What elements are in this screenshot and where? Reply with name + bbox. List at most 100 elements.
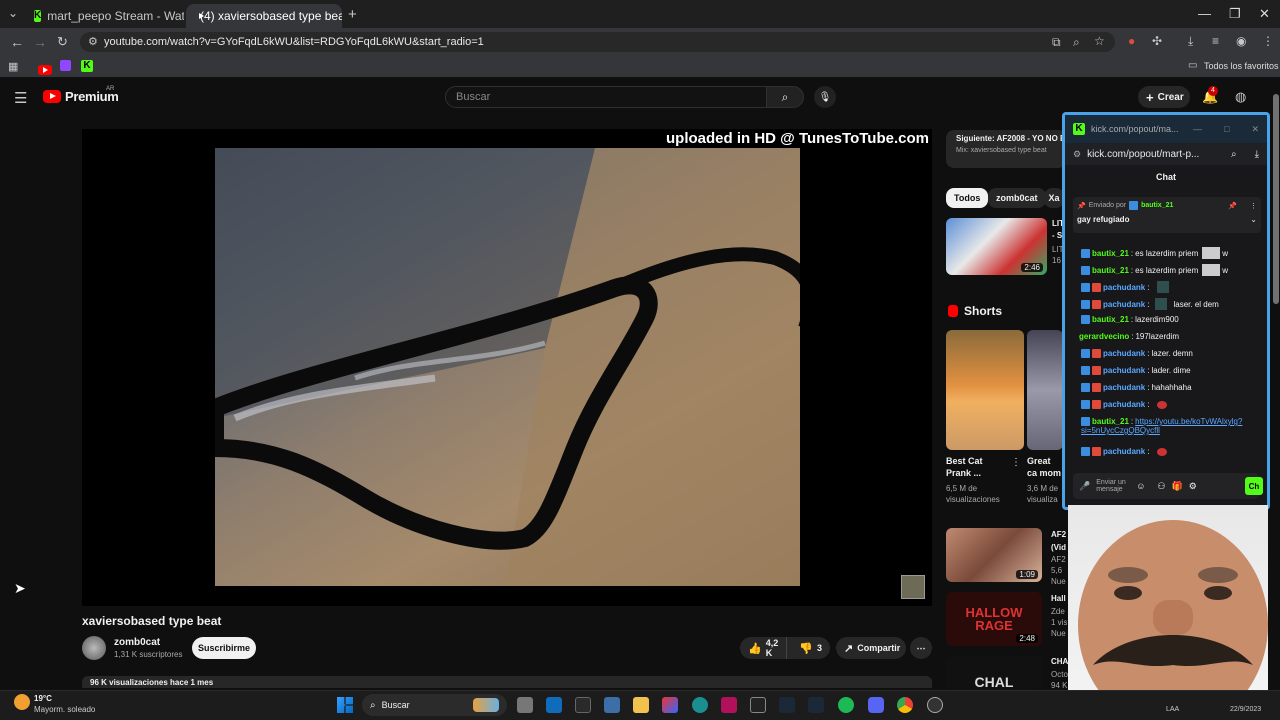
voice-search-button[interactable]: 🎙 <box>814 86 836 108</box>
video-frame[interactable] <box>215 148 800 586</box>
channel-watermark-thumb[interactable] <box>901 575 925 599</box>
short-menu-icon[interactable]: ⋮ <box>1011 457 1021 468</box>
related-thumbnail[interactable]: 1:09 <box>946 528 1042 582</box>
hamburger-menu-icon[interactable]: ☰ <box>14 89 27 107</box>
outlook-icon[interactable] <box>546 697 562 713</box>
chat-message[interactable]: bautix_21: es lazerdim priem w <box>1081 264 1228 276</box>
short-title[interactable]: Best Cat Prank ... <box>946 455 1006 479</box>
search-button[interactable]: ⌕ <box>766 86 804 108</box>
app-icon[interactable] <box>927 697 943 713</box>
unpin-icon[interactable]: 📌 <box>1228 202 1237 210</box>
bookmark-twitch-icon[interactable] <box>60 60 71 71</box>
edge-icon[interactable] <box>692 697 708 713</box>
taskbar-search[interactable]: ⌕ Buscar <box>362 694 507 716</box>
chat-username[interactable]: bautix_21 <box>1092 315 1129 324</box>
chrome-icon[interactable] <box>897 697 913 713</box>
chat-username[interactable]: pachudank <box>1103 366 1145 375</box>
view-count[interactable]: 96 K visualizaciones hace 1 mes <box>82 676 932 688</box>
scrollbar-thumb[interactable] <box>1273 94 1279 304</box>
minimize-icon[interactable]: — <box>1198 6 1211 21</box>
weather-sun-icon[interactable] <box>14 694 30 710</box>
settings-gear-icon[interactable]: ⚙ <box>1189 481 1197 492</box>
subscribe-button[interactable]: Suscribirme <box>192 637 256 659</box>
gift-icon[interactable]: 🎁 <box>1172 481 1183 492</box>
short-thumbnail-cat-prank[interactable] <box>946 330 1024 450</box>
extension-icon[interactable]: ● <box>1128 34 1135 48</box>
chip-more[interactable]: Xa <box>1044 188 1064 208</box>
chat-message[interactable]: pachudank: <box>1081 447 1168 456</box>
task-view-icon[interactable] <box>517 697 533 713</box>
chat-username[interactable]: pachudank <box>1103 300 1145 309</box>
restore-icon[interactable]: ❐ <box>1229 6 1241 22</box>
popup-close-icon[interactable]: ✕ <box>1251 124 1259 135</box>
back-icon[interactable]: ← <box>10 34 24 50</box>
chip-channel[interactable]: zomb0cat <box>988 188 1046 208</box>
channel-avatar[interactable] <box>82 636 106 660</box>
chat-tools-icon[interactable]: ⚇ <box>1157 481 1165 492</box>
zoom-icon[interactable]: ⌕ <box>1231 149 1237 160</box>
popup-titlebar[interactable]: K kick.com/popout/ma... — □ ✕ <box>1065 115 1267 143</box>
install-app-icon[interactable]: ⧉ <box>1052 35 1061 50</box>
chat-input[interactable]: 🎤 Enviar un mensaje ☺ ⚇ 🎁 ⚙ <box>1073 473 1259 499</box>
steam-icon[interactable] <box>779 697 795 713</box>
zoom-icon[interactable]: ⌕ <box>1073 35 1080 50</box>
chat-link[interactable]: https://youtu.be/koTvWAlxylg? <box>1135 417 1242 426</box>
reload-icon[interactable]: ↻ <box>57 34 68 50</box>
dislike-button[interactable]: 👎 3 <box>791 637 830 659</box>
related-thumbnail[interactable]: CHAL <box>946 656 1042 690</box>
more-actions-button[interactable]: ⋯ <box>910 637 932 659</box>
create-button[interactable]: + Crear <box>1138 86 1190 108</box>
related-title[interactable]: CHA <box>1051 657 1068 666</box>
spotify-icon[interactable] <box>838 697 854 713</box>
related-title[interactable]: Hall <box>1051 594 1066 603</box>
chat-send-button[interactable]: Ch <box>1245 477 1263 495</box>
chat-username[interactable]: bautix_21 <box>1092 417 1129 426</box>
app-arrow-icon[interactable] <box>575 697 591 713</box>
chat-username[interactable]: pachudank <box>1103 447 1145 456</box>
site-info-icon[interactable]: ⚙ <box>88 35 98 48</box>
chat-link-continued[interactable]: si=5nUycCzgQBQycfll <box>1081 426 1160 435</box>
app-icon[interactable] <box>721 697 737 713</box>
browser-menu-icon[interactable]: ⋮ <box>1262 34 1274 48</box>
tab-youtube-video[interactable]: (4) xaviersobased type beat 🔊 ✕ <box>186 4 342 28</box>
account-avatar-icon[interactable]: ◍ <box>1235 89 1246 105</box>
chat-message[interactable]: bautix_21: https://youtu.be/koTvWAlxylg? … <box>1081 417 1242 435</box>
pinned-menu-icon[interactable]: ⋮ <box>1250 202 1257 210</box>
popup-minimize-icon[interactable]: — <box>1193 124 1202 134</box>
emoji-icon[interactable]: ☺ <box>1136 481 1145 491</box>
new-tab-icon[interactable]: + <box>348 6 357 23</box>
forward-icon[interactable]: → <box>33 34 47 50</box>
bookmark-star-icon[interactable]: ☆ <box>1094 34 1105 48</box>
chat-username[interactable]: pachudank <box>1103 283 1145 292</box>
chat-username[interactable]: bautix_21 <box>1092 249 1129 258</box>
popup-maximize-icon[interactable]: □ <box>1224 124 1229 134</box>
tab-kick-stream[interactable]: K mart_peepo Stream - Watch Li ✕ <box>26 4 184 28</box>
share-button[interactable]: ↗ Compartir <box>836 637 906 659</box>
chip-all[interactable]: Todos <box>946 188 989 208</box>
short-thumbnail-cat-mom[interactable] <box>1027 330 1063 450</box>
up-next-panel[interactable]: Siguiente: AF2008 - YO NO E Mix: xaviers… <box>946 130 1066 168</box>
related-title[interactable]: AF2 <box>1051 530 1066 539</box>
apps-grid-icon[interactable]: ▦ <box>8 60 18 73</box>
download-icon[interactable]: ⤓ <box>1188 34 1193 49</box>
pinned-message[interactable]: 📌 Enviado por bautix_21 📌 ⋮ gay refugiad… <box>1073 197 1261 233</box>
keyboard-language[interactable]: LAA <box>1166 706 1179 713</box>
close-window-icon[interactable]: ✕ <box>1259 6 1270 22</box>
chat-username[interactable]: gerardvecino <box>1079 332 1129 341</box>
chat-message[interactable]: bautix_21: es lazerdim priem w <box>1081 247 1228 259</box>
chat-message[interactable]: pachudank: hahahhaha <box>1081 383 1192 392</box>
chat-username[interactable]: pachudank <box>1103 349 1145 358</box>
steam-alt-icon[interactable] <box>808 697 824 713</box>
pinned-user[interactable]: bautix_21 <box>1141 202 1173 209</box>
copilot-icon[interactable] <box>662 697 678 713</box>
all-bookmarks-link[interactable]: Todos los favoritos <box>1204 61 1279 71</box>
bookmark-kick-icon[interactable]: K <box>81 60 93 72</box>
search-input[interactable]: Buscar <box>445 86 767 108</box>
chat-message[interactable]: bautix_21: lazerdim900 <box>1081 315 1179 324</box>
tab-search-icon[interactable]: ⌄ <box>8 6 18 20</box>
like-button[interactable]: 👍 4,2 K <box>740 637 788 659</box>
channel-name[interactable]: zomb0cat <box>114 637 160 648</box>
chat-message[interactable]: pachudank: laser. el dem <box>1081 298 1219 310</box>
popup-address-bar[interactable]: ⚙ kick.com/popout/mart-p... ⌕ ⤓ <box>1065 143 1267 165</box>
chat-message[interactable]: gerardvecino:197lazerdim <box>1079 332 1179 341</box>
